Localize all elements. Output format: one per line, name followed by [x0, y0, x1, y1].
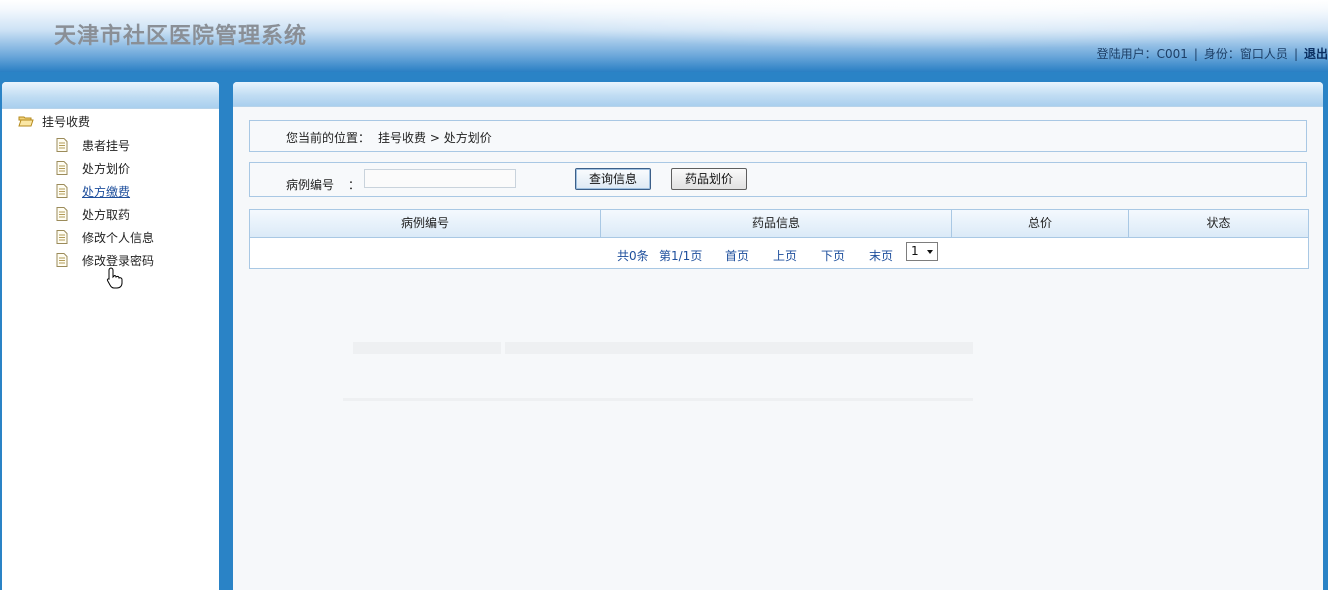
page-select-value: 1 [911, 244, 919, 258]
pagination-bar: 共0条 第1/1页 首页 上页 下页 末页 1 [250, 238, 1308, 268]
drug-pricing-button[interactable]: 药品划价 [671, 168, 747, 190]
ghost-artifact [353, 342, 501, 354]
last-page-link[interactable]: 末页 [869, 247, 893, 264]
sidebar-item-label: 修改登录密码 [82, 253, 155, 268]
current-user-label: 登陆用户：C001 [1096, 47, 1188, 61]
sidebar-panel: 挂号收费 患者挂号 处方划价 处方缴费 处方取药 修改个人信息 修改登录密码 [2, 82, 219, 590]
prev-page-link[interactable]: 上页 [773, 247, 797, 264]
search-form: 病例编号 ： 查询信息 药品划价 [249, 162, 1307, 197]
document-icon [56, 138, 68, 152]
sidebar-panel-header [2, 82, 219, 109]
table-header: 病例编号 药品信息 总价 状态 [250, 210, 1308, 238]
column-header-status: 状态 [1206, 216, 1231, 230]
document-icon [56, 161, 68, 175]
user-info-bar: 登陆用户：C001 | 身份：窗口人员 | 退出 [1097, 45, 1328, 61]
folder-open-icon [18, 115, 34, 127]
page-select[interactable]: 1 [906, 242, 938, 261]
app-title: 天津市社区医院管理系统 [54, 23, 308, 49]
sidebar-item-prescription-pickup[interactable]: 处方取药 [56, 205, 130, 223]
main-panel: 您当前的位置： 挂号收费 > 处方划价 病例编号 ： 查询信息 药品划价 病例编号… [233, 82, 1323, 590]
document-icon [56, 253, 68, 267]
ghost-artifact [343, 398, 973, 401]
separator: | [1193, 47, 1198, 61]
header-banner: 天津市社区医院管理系统 登陆用户：C001 | 身份：窗口人员 | 退出 [0, 0, 1328, 72]
case-number-input[interactable] [364, 169, 516, 188]
ghost-artifact [505, 342, 973, 354]
column-header-total-price: 总价 [952, 210, 1129, 237]
document-icon [56, 184, 68, 198]
sidebar-item-label: 处方缴费 [82, 184, 131, 199]
breadcrumb-path: 挂号收费 > 处方划价 [378, 131, 492, 145]
sidebar-item-label: 处方划价 [82, 161, 131, 176]
query-button[interactable]: 查询信息 [575, 168, 651, 190]
nav-group-label: 挂号收费 [42, 114, 91, 129]
chevron-down-icon [927, 250, 933, 254]
sidebar-item-label: 处方取药 [82, 207, 131, 222]
sidebar-item-label: 患者挂号 [82, 138, 131, 153]
hand-cursor-icon [106, 267, 124, 289]
page-info: 第1/1页 [659, 249, 703, 263]
case-number-label: 病例编号 [286, 178, 335, 192]
header-decoration [380, 0, 1328, 50]
prescription-table: 病例编号 药品信息 总价 状态 共0条 第1/1页 首页 上页 下页 末页 1 [249, 209, 1309, 269]
separator: | [1293, 47, 1298, 61]
column-header-case-number: 病例编号 [250, 210, 601, 237]
sidebar-item-patient-registration[interactable]: 患者挂号 [56, 136, 130, 154]
user-role-label: 身份：窗口人员 [1203, 47, 1288, 61]
total-count: 共0条 [617, 249, 649, 263]
sidebar-item-prescription-pricing[interactable]: 处方划价 [56, 159, 130, 177]
sidebar-item-change-password[interactable]: 修改登录密码 [56, 251, 154, 269]
logout-link[interactable]: 退出 [1304, 47, 1328, 61]
document-icon [56, 207, 68, 221]
first-page-link[interactable]: 首页 [725, 247, 749, 264]
breadcrumb: 您当前的位置： 挂号收费 > 处方划价 [286, 129, 492, 146]
next-page-link[interactable]: 下页 [821, 247, 845, 264]
column-header-drug-info: 药品信息 [601, 210, 952, 237]
sidebar-item-prescription-payment[interactable]: 处方缴费 [56, 182, 130, 200]
nav-group-registration[interactable]: 挂号收费 [18, 112, 90, 130]
sidebar-item-edit-profile[interactable]: 修改个人信息 [56, 228, 154, 246]
breadcrumb-bar: 您当前的位置： 挂号收费 > 处方划价 [249, 120, 1307, 152]
main-panel-header [233, 82, 1323, 107]
document-icon [56, 230, 68, 244]
case-number-colon: ： [348, 178, 361, 192]
breadcrumb-prefix: 您当前的位置： [286, 131, 371, 145]
sidebar-item-label: 修改个人信息 [82, 230, 155, 245]
